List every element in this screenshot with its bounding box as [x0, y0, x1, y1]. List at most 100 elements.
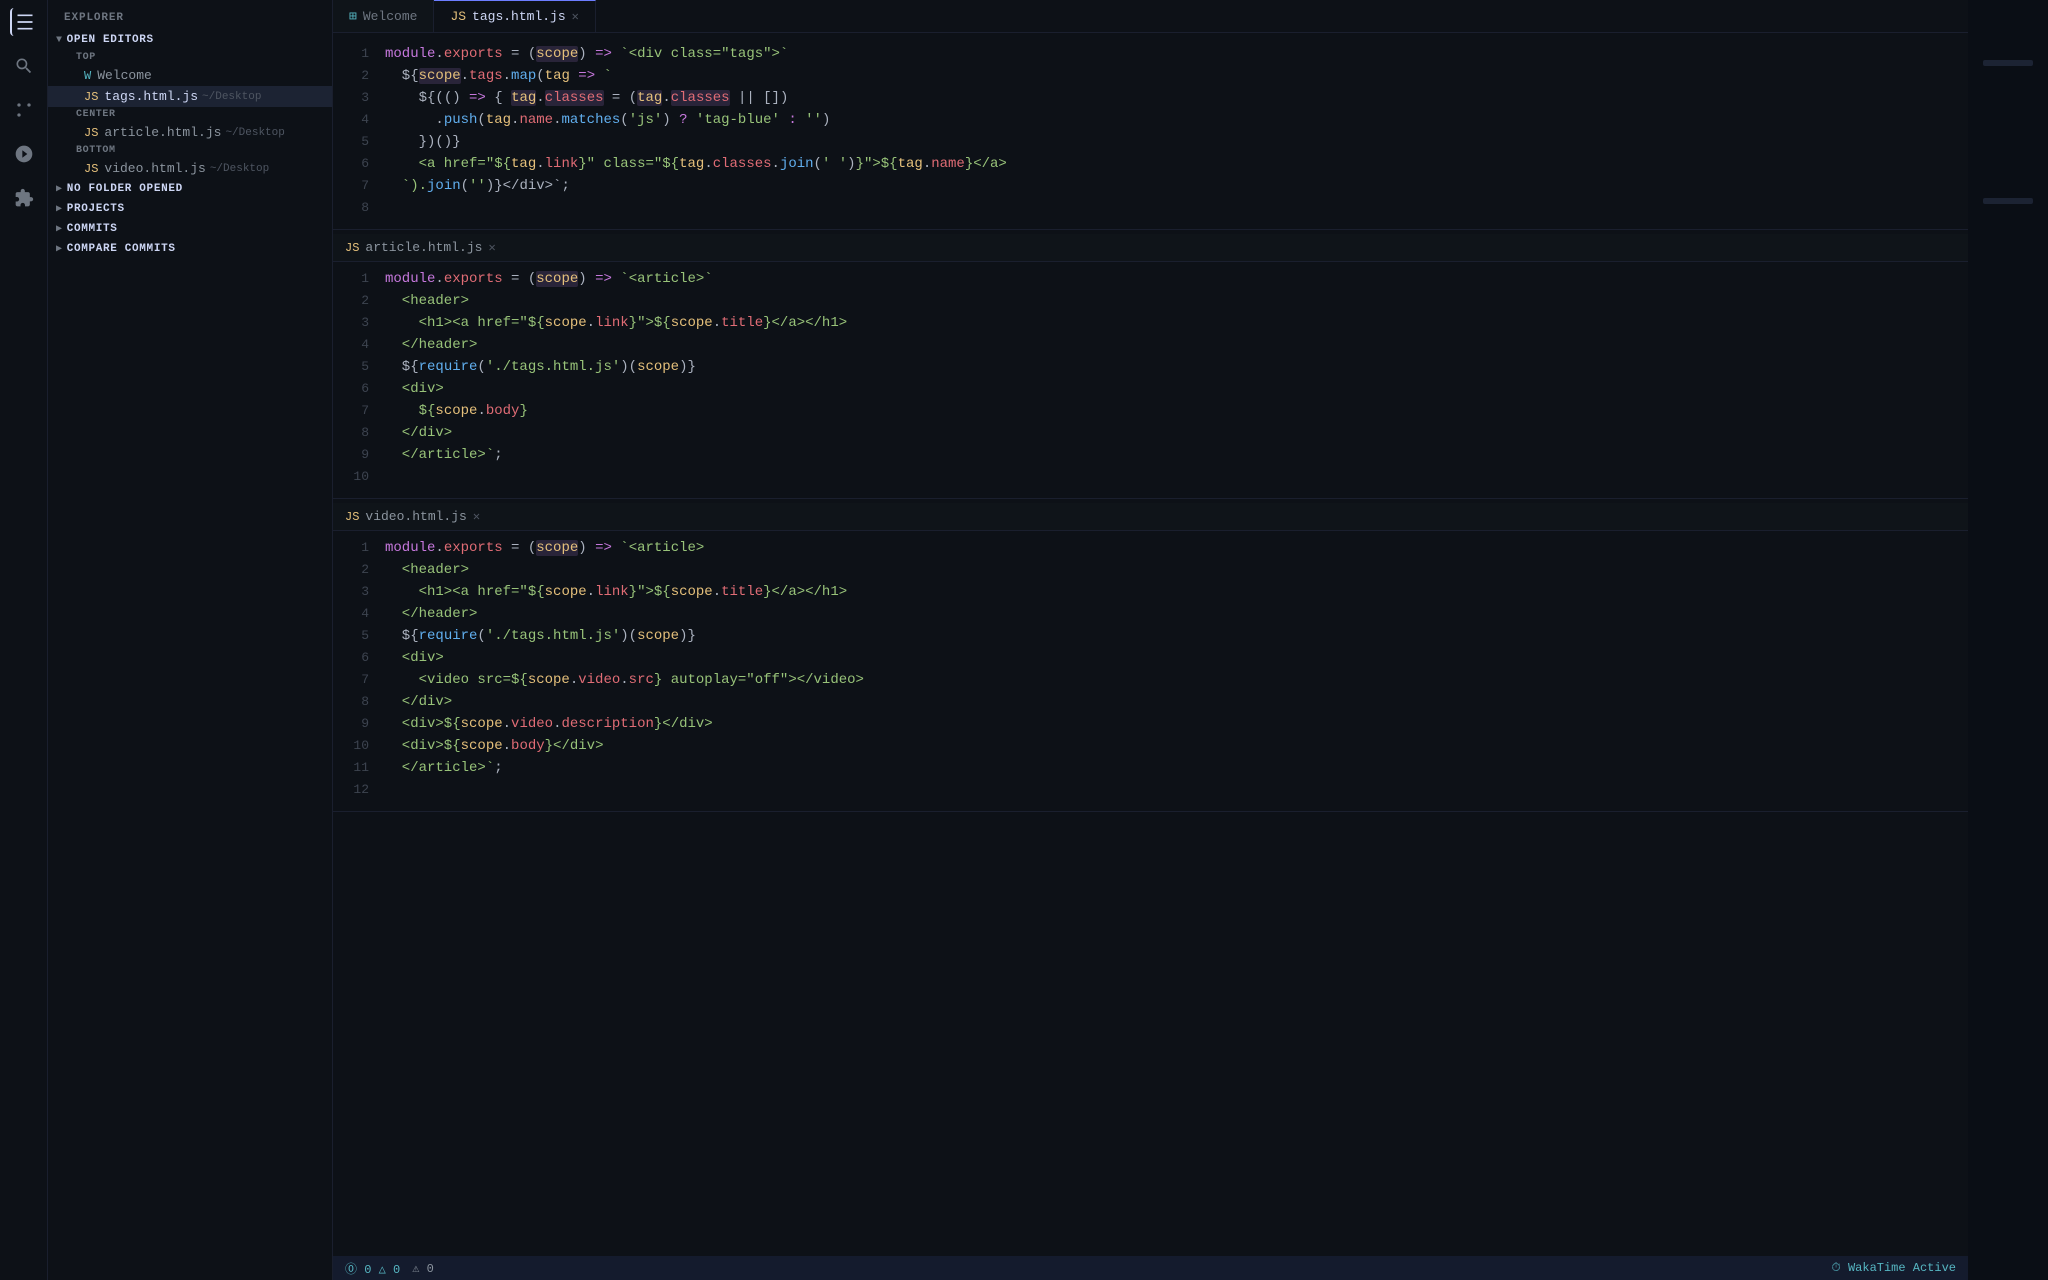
table-row: 5 })()}	[333, 131, 1968, 153]
article-filepath: ~/Desktop	[225, 127, 284, 139]
compare-commits-label: COMPARE COMMITS	[67, 243, 176, 255]
table-row: 7 ${scope.body}	[333, 400, 1968, 422]
vid-line-10: 10	[333, 735, 385, 757]
projects-chevron	[56, 203, 63, 215]
tags-code-lines: 1 module.exports = (scope) => `<div clas…	[333, 37, 1968, 225]
line-content-3: ${(() => { tag.classes = (tag.classes ||…	[385, 87, 1968, 109]
line-num-6: 6	[333, 153, 385, 175]
tab-bar: ⊞ Welcome JS tags.html.js ✕	[333, 0, 1968, 33]
video-section-filename: video.html.js	[365, 509, 466, 524]
git-status[interactable]: ⓪ 0 △ 0	[345, 1260, 400, 1277]
sidebar-item-tags[interactable]: JS tags.html.js ~/Desktop	[48, 86, 332, 107]
video-section-close[interactable]: ✕	[473, 509, 480, 524]
table-row: 5 ${require('./tags.html.js')(scope)}	[333, 625, 1968, 647]
article-filename: article.html.js	[104, 125, 221, 140]
video-section-icon: JS	[345, 510, 359, 524]
extensions-icon[interactable]	[10, 184, 38, 212]
vid-line-1: 1	[333, 537, 385, 559]
editor-content[interactable]: 1 module.exports = (scope) => `<div clas…	[333, 33, 1968, 1256]
vid-line-4: 4	[333, 603, 385, 625]
open-editors-chevron	[56, 35, 63, 46]
code-section-tags: 1 module.exports = (scope) => `<div clas…	[333, 33, 1968, 230]
line-content-5: })()}	[385, 131, 1968, 153]
tab-welcome[interactable]: ⊞ Welcome	[333, 0, 434, 32]
open-editors-label: OPEN EDITORS	[67, 34, 154, 46]
art-content-5: ${require('./tags.html.js')(scope)}	[385, 356, 1968, 378]
code-section-video: JS video.html.js ✕ 1 module.exports = (s…	[333, 499, 1968, 812]
vid-content-3: <h1><a href="${scope.link}">${scope.titl…	[385, 581, 1968, 603]
vid-content-9: <div>${scope.video.description}</div>	[385, 713, 1968, 735]
art-content-7: ${scope.body}	[385, 400, 1968, 422]
table-row: 4 .push(tag.name.matches('js') ? 'tag-bl…	[333, 109, 1968, 131]
line-num-7: 7	[333, 175, 385, 197]
errors-status[interactable]: ⚠ 0	[412, 1261, 434, 1276]
table-row: 3 <h1><a href="${scope.link}">${scope.ti…	[333, 581, 1968, 603]
sidebar: EXPLORER OPEN EDITORS TOP W Welcome JS t…	[48, 0, 333, 1280]
line-num-3: 3	[333, 87, 385, 109]
bottom-label: BOTTOM	[48, 143, 332, 158]
minimap-indicator	[1983, 60, 2033, 66]
line-content-4: .push(tag.name.matches('js') ? 'tag-blue…	[385, 109, 1968, 131]
art-line-4: 4	[333, 334, 385, 356]
article-file-icon: JS	[84, 126, 98, 140]
table-row: 3 <h1><a href="${scope.link}">${scope.ti…	[333, 312, 1968, 334]
explorer-icon[interactable]	[10, 8, 38, 36]
vid-line-3: 3	[333, 581, 385, 603]
vid-content-5: ${require('./tags.html.js')(scope)}	[385, 625, 1968, 647]
table-row: 8 </div>	[333, 691, 1968, 713]
compare-commits-chevron	[56, 243, 63, 255]
compare-commits-section[interactable]: COMPARE COMMITS	[48, 239, 332, 259]
video-code-lines: 1 module.exports = (scope) => `<article>…	[333, 531, 1968, 807]
search-icon[interactable]	[10, 52, 38, 80]
sidebar-item-video[interactable]: JS video.html.js ~/Desktop	[48, 158, 332, 179]
line-num-4: 4	[333, 109, 385, 131]
table-row: 2 <header>	[333, 559, 1968, 581]
vid-content-6: <div>	[385, 647, 1968, 669]
table-row: 6 <a href="${tag.link}" class="${tag.cla…	[333, 153, 1968, 175]
commits-section[interactable]: COMMITS	[48, 219, 332, 239]
status-bar: ⓪ 0 △ 0 ⚠ 0 ⏱ WakaTime Active	[333, 1256, 1968, 1280]
code-section-article: JS article.html.js ✕ 1 module.exports = …	[333, 230, 1968, 499]
debug-icon[interactable]	[10, 140, 38, 168]
tab-tags[interactable]: JS tags.html.js ✕	[434, 0, 595, 32]
table-row: 4 </header>	[333, 603, 1968, 625]
vid-content-11: </article>`;	[385, 757, 1968, 779]
sidebar-item-article[interactable]: JS article.html.js ~/Desktop	[48, 122, 332, 143]
art-line-2: 2	[333, 290, 385, 312]
editor-area: ⊞ Welcome JS tags.html.js ✕ 1 module.exp…	[333, 0, 1968, 1280]
projects-section[interactable]: PROJECTS	[48, 199, 332, 219]
git-icon[interactable]	[10, 96, 38, 124]
tags-file-icon: JS	[84, 90, 98, 104]
top-label: TOP	[48, 50, 332, 65]
tags-filepath: ~/Desktop	[202, 91, 261, 103]
table-row: 6 <div>	[333, 378, 1968, 400]
vid-line-2: 2	[333, 559, 385, 581]
open-editors-section[interactable]: OPEN EDITORS	[48, 30, 332, 50]
article-section-close[interactable]: ✕	[488, 240, 495, 255]
table-row: 8 </div>	[333, 422, 1968, 444]
video-file-icon: JS	[84, 162, 98, 176]
art-content-2: <header>	[385, 290, 1968, 312]
tags-tab-close[interactable]: ✕	[572, 9, 579, 24]
no-folder-section[interactable]: NO FOLDER OPENED	[48, 179, 332, 199]
sidebar-item-welcome[interactable]: W Welcome	[48, 65, 332, 86]
table-row: 11 </article>`;	[333, 757, 1968, 779]
activity-bar	[0, 0, 48, 1280]
table-row: 10	[333, 466, 1968, 488]
table-row: 4 </header>	[333, 334, 1968, 356]
tags-tab-label: tags.html.js	[472, 9, 566, 24]
vid-line-6: 6	[333, 647, 385, 669]
minimap-indicator-2	[1983, 198, 2033, 204]
table-row: 7 `).join('')}</div>`;	[333, 175, 1968, 197]
article-section-header: JS article.html.js ✕	[333, 234, 1968, 262]
art-content-6: <div>	[385, 378, 1968, 400]
art-line-5: 5	[333, 356, 385, 378]
tags-tab-icon: JS	[450, 9, 466, 24]
sidebar-title: EXPLORER	[48, 0, 332, 30]
welcome-tab-label: Welcome	[363, 9, 418, 24]
art-line-3: 3	[333, 312, 385, 334]
article-code-lines: 1 module.exports = (scope) => `<article>…	[333, 262, 1968, 494]
art-line-8: 8	[333, 422, 385, 444]
table-row: 9 </article>`;	[333, 444, 1968, 466]
status-bar-left: ⓪ 0 △ 0 ⚠ 0	[345, 1260, 434, 1277]
